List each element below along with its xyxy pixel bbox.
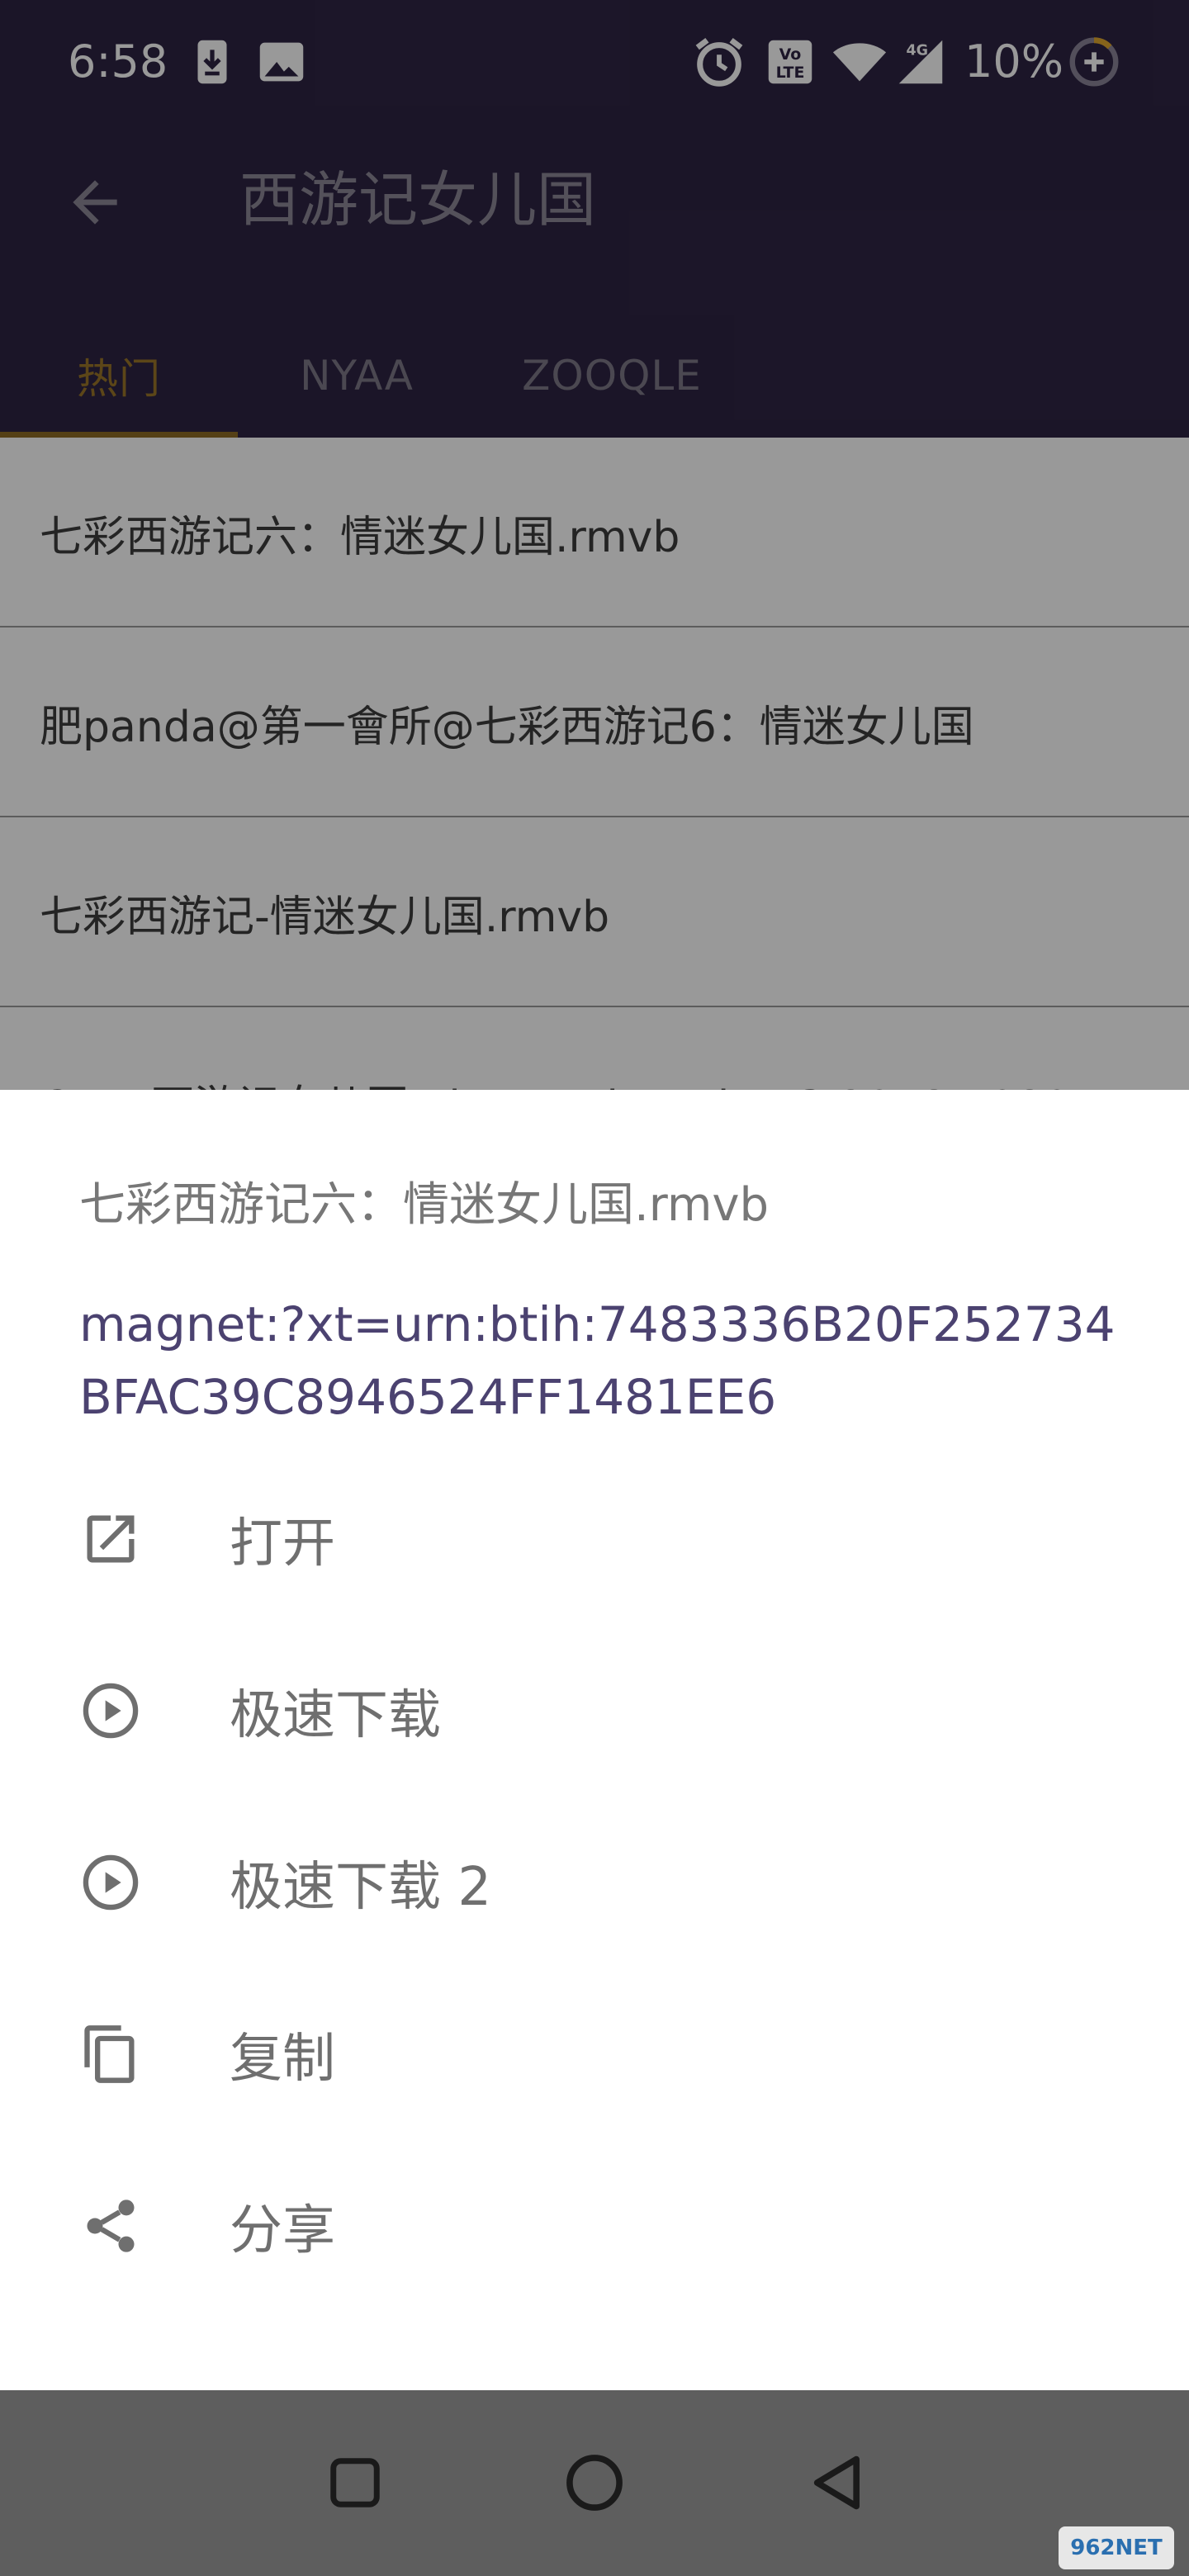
action-fast-download-label: 极速下载 <box>230 1685 441 1746</box>
back-button[interactable] <box>789 2433 888 2532</box>
play-circle-icon <box>79 1679 142 1742</box>
copy-icon <box>79 2023 142 2086</box>
play-circle-icon <box>79 1851 142 1914</box>
system-nav-bar: 962NET <box>0 2390 1189 2576</box>
bottom-sheet: 七彩西游记六：情迷女儿国.rmvb magnet:?xt=urn:btih:74… <box>0 1090 1189 2390</box>
recents-button[interactable] <box>306 2433 405 2532</box>
watermark-logo: 962NET <box>1059 2526 1174 2569</box>
open-in-new-icon <box>79 1508 142 1570</box>
action-open[interactable]: 打开 <box>0 1453 1189 1625</box>
scrim[interactable] <box>0 0 1189 438</box>
action-share[interactable]: 分享 <box>0 2140 1189 2312</box>
action-share-label: 分享 <box>230 2200 335 2261</box>
action-copy[interactable]: 复制 <box>0 1968 1189 2140</box>
circle-icon <box>566 2455 623 2511</box>
scrim[interactable] <box>0 438 1189 1090</box>
triangle-back-icon <box>813 2455 860 2510</box>
action-open-label: 打开 <box>230 1513 335 1574</box>
action-fast-download[interactable]: 极速下载 <box>0 1625 1189 1797</box>
magnet-link[interactable]: magnet:?xt=urn:btih:7483336B20F252734BFA… <box>79 1288 1136 1433</box>
action-copy-label: 复制 <box>230 2029 335 2090</box>
home-button[interactable] <box>545 2433 644 2532</box>
action-fast-download-2-label: 极速下载 2 <box>230 1857 492 1918</box>
sheet-title: 七彩西游记六：情迷女儿国.rmvb <box>79 1178 770 1232</box>
square-icon <box>330 2458 380 2507</box>
action-fast-download-2[interactable]: 极速下载 2 <box>0 1797 1189 1968</box>
share-icon <box>79 2195 142 2257</box>
